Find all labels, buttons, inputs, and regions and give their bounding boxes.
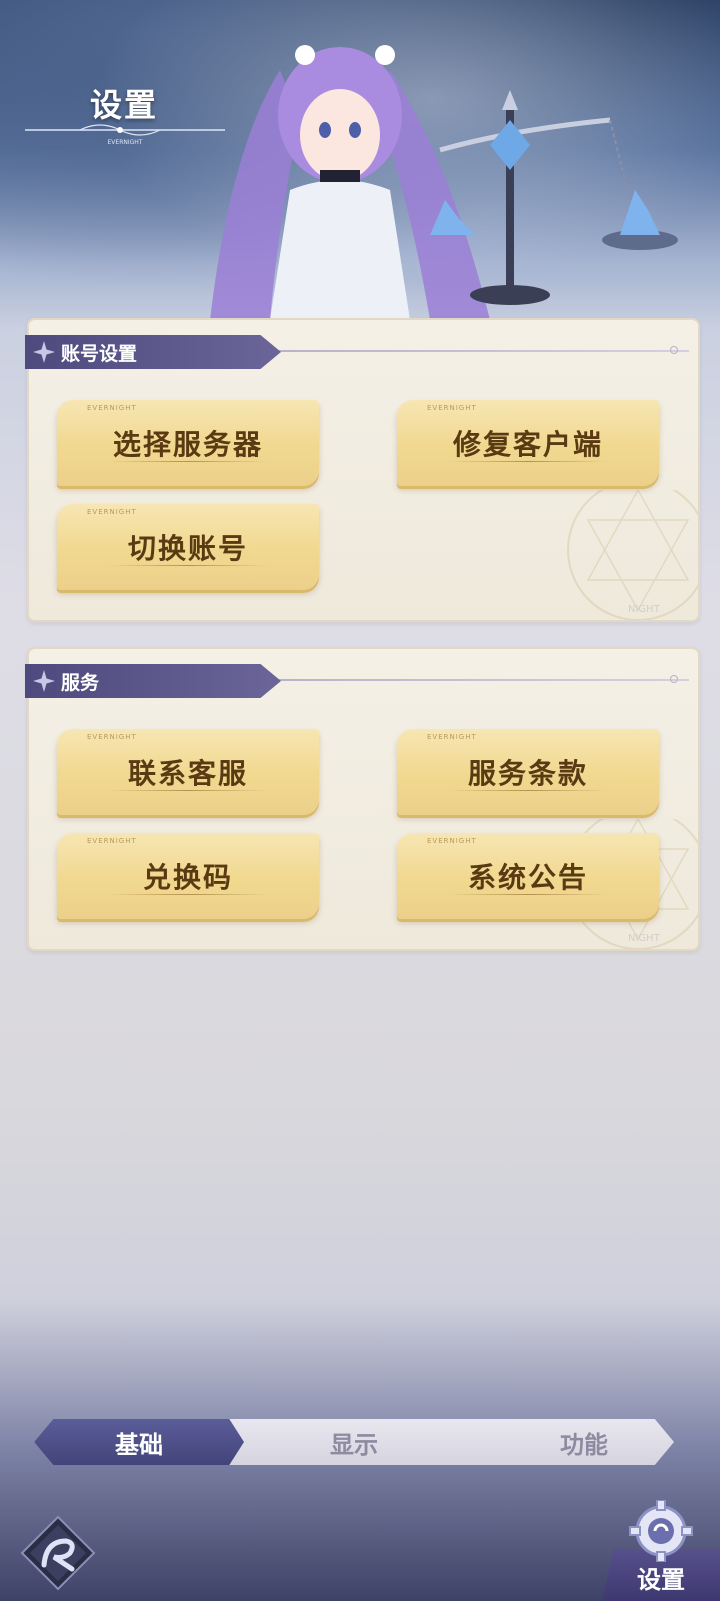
section-divider [279,350,689,352]
button-label: 切换账号 [127,532,248,565]
button-label: 选择服务器 [112,428,263,461]
section-title-account: 账号设置 [61,342,138,365]
settings-nav-button[interactable]: 设置 [602,1500,720,1601]
title-ornament: EVERNIGHT [25,124,225,146]
service-panel: NIGHT 服务 EVERNIGHT 联系客服 EVERNIGHT 服务条款 E… [25,647,700,951]
select-server-button[interactable]: EVERNIGHT 选择服务器 [57,400,319,486]
button-label: 系统公告 [467,861,588,894]
settings-nav-label: 设置 [637,1565,685,1594]
button-tag: EVERNIGHT [427,837,477,845]
section-divider-dot [670,346,678,354]
scales-illustration [430,90,678,305]
section-divider-dot [670,675,678,683]
game-logo-icon[interactable] [20,1515,96,1591]
button-underline [109,461,267,462]
button-underline [449,894,607,895]
button-tag: EVERNIGHT [87,508,137,516]
button-underline [109,894,267,895]
header-banner: 设置 EVERNIGHT [0,0,720,330]
star-icon [33,341,55,363]
contact-support-button[interactable]: EVERNIGHT 联系客服 [57,729,319,815]
button-label: 服务条款 [467,757,588,790]
button-label: 修复客户端 [452,428,603,461]
switch-account-button[interactable]: EVERNIGHT 切换账号 [57,504,319,590]
button-label: 联系客服 [127,757,248,790]
tab-display[interactable]: 显示 [274,1419,434,1465]
account-settings-panel: NIGHT 账号设置 EVERNIGHT 选择服务器 EVERNIGHT 修复客… [25,318,700,622]
tab-function[interactable]: 功能 [504,1419,664,1465]
button-underline [449,461,607,462]
star-icon [33,670,55,692]
redeem-code-button[interactable]: EVERNIGHT 兑换码 [57,833,319,919]
section-title-service: 服务 [61,671,100,694]
button-tag: EVERNIGHT [87,404,137,412]
gear-icon [629,1500,693,1562]
button-label: 兑换码 [142,861,233,894]
ornament-text: EVERNIGHT [108,139,143,146]
button-tag: EVERNIGHT [87,733,137,741]
system-announcement-button[interactable]: EVERNIGHT 系统公告 [397,833,659,919]
button-tag: EVERNIGHT [427,733,477,741]
button-underline [449,790,607,791]
button-underline [109,790,267,791]
section-divider [279,679,689,681]
button-tag: EVERNIGHT [427,404,477,412]
button-tag: EVERNIGHT [87,837,137,845]
terms-of-service-button[interactable]: EVERNIGHT 服务条款 [397,729,659,815]
panel-watermark: NIGHT [628,604,661,615]
panel-decoration: NIGHT [567,490,698,620]
section-header-account: 账号设置 [25,335,281,369]
button-underline [109,565,267,566]
section-header-service: 服务 [25,664,281,698]
repair-client-button[interactable]: EVERNIGHT 修复客户端 [397,400,659,486]
tab-basic[interactable]: 基础 [34,1419,244,1465]
settings-tab-bar: 基础 显示 功能 [34,1419,674,1465]
panel-watermark: NIGHT [628,933,661,944]
